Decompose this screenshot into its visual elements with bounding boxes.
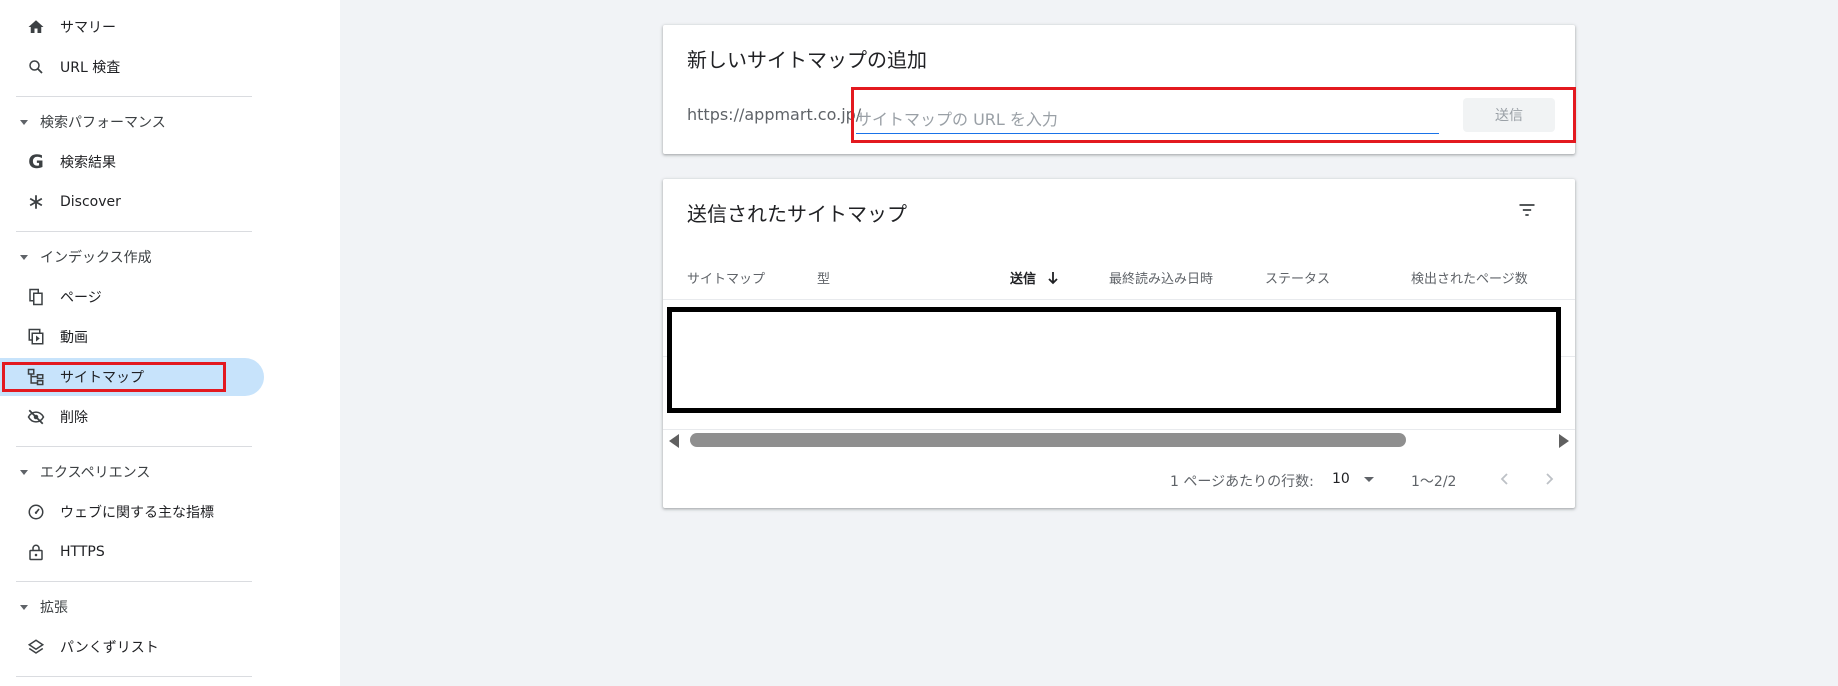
sidebar-item-label: ページ — [60, 290, 102, 306]
divider — [16, 96, 252, 97]
highlight-box-url-input — [851, 87, 1576, 143]
sidebar-item-label: サマリー — [60, 20, 116, 36]
section-label: 検索パフォーマンス — [40, 115, 166, 131]
sidebar-item-label: 削除 — [60, 410, 88, 426]
pages-icon — [26, 287, 46, 307]
pagination-range: 1〜2/2 — [1411, 474, 1457, 490]
divider — [16, 231, 252, 232]
highlight-box-sitemaps — [2, 362, 226, 392]
search-icon — [26, 57, 46, 77]
column-header-status[interactable]: ステータス — [1265, 268, 1330, 287]
add-sitemap-card: 新しいサイトマップの追加 https://appmart.co.jp/ 送信 — [663, 25, 1576, 154]
divider — [16, 446, 252, 447]
sidebar-item-label: URL 検査 — [60, 60, 121, 76]
row-divider — [663, 299, 1575, 300]
sidebar-nav: サマリー URL 検査 検索パフォーマンス G 検索結果 Discover イン… — [0, 0, 340, 686]
sidebar-item-label: ウェブに関する主な指標 — [60, 505, 214, 521]
column-header-discovered-pages[interactable]: 検出されたページ数 — [1411, 268, 1528, 287]
sidebar-item-core-web-vitals[interactable]: ウェブに関する主な指標 — [0, 493, 264, 531]
column-header-type[interactable]: 型 — [817, 268, 830, 287]
card-title: 新しいサイトマップの追加 — [687, 48, 927, 72]
section-label: 拡張 — [40, 600, 68, 616]
column-header-label: 送信 — [1010, 272, 1037, 287]
section-indexing[interactable]: インデックス作成 — [0, 243, 264, 271]
column-header-submitted[interactable]: 送信 — [1010, 268, 1059, 289]
layers-icon — [26, 637, 46, 657]
previous-page-icon[interactable] — [1493, 467, 1517, 491]
sidebar-item-videos[interactable]: 動画 — [0, 318, 264, 356]
sidebar-item-label: Discover — [60, 194, 121, 210]
sidebar-item-url-inspection[interactable]: URL 検査 — [0, 48, 264, 86]
scroll-right-arrow-icon[interactable] — [1559, 434, 1569, 448]
column-header-last-read[interactable]: 最終読み込み日時 — [1109, 268, 1213, 287]
horizontal-scrollbar[interactable] — [690, 433, 1406, 447]
divider — [16, 676, 252, 677]
filter-icon[interactable] — [1515, 198, 1539, 222]
scroll-left-arrow-icon[interactable] — [669, 434, 679, 448]
sidebar-item-search-results[interactable]: G 検索結果 — [0, 143, 264, 181]
google-g-icon: G — [28, 151, 44, 173]
sidebar-item-discover[interactable]: Discover — [0, 183, 264, 221]
rows-per-page-select[interactable]: 10 — [1330, 467, 1380, 491]
sidebar-item-label: 動画 — [60, 330, 88, 346]
sidebar-item-label: 検索結果 — [60, 155, 116, 171]
section-search-performance[interactable]: 検索パフォーマンス — [0, 108, 264, 136]
sidebar-item-breadcrumbs[interactable]: パンくずリスト — [0, 628, 264, 666]
sidebar-item-label: パンくずリスト — [60, 640, 159, 656]
gauge-icon — [26, 502, 46, 522]
sidebar-item-pages[interactable]: ページ — [0, 278, 264, 316]
sidebar-item-label: HTTPS — [60, 544, 105, 560]
rows-per-page-label: 1 ページあたりの行数: — [1170, 474, 1314, 490]
sidebar-item-removals[interactable]: 削除 — [0, 398, 264, 436]
section-label: インデックス作成 — [40, 250, 152, 266]
arrow-down-icon — [1047, 271, 1059, 289]
card-title: 送信されたサイトマップ — [687, 202, 907, 226]
sidebar-item-summary[interactable]: サマリー — [0, 8, 264, 46]
submitted-sitemaps-card: 送信されたサイトマップ サイトマップ 型 送信 最終読み込み日時 ステータス 検… — [663, 179, 1575, 508]
next-page-icon[interactable] — [1537, 467, 1561, 491]
sidebar-item-https[interactable]: HTTPS — [0, 533, 264, 571]
asterisk-icon — [26, 192, 46, 212]
row-divider — [663, 429, 1575, 430]
url-prefix: https://appmart.co.jp/ — [687, 105, 862, 124]
caret-down-icon — [20, 604, 28, 610]
lock-icon — [26, 542, 46, 562]
section-experience[interactable]: エクスペリエンス — [0, 458, 264, 486]
rows-per-page-value: 10 — [1332, 471, 1350, 487]
section-label: エクスペリエンス — [40, 465, 151, 481]
dropdown-arrow-icon — [1364, 477, 1374, 482]
caret-down-icon — [20, 119, 28, 125]
home-icon — [26, 17, 46, 37]
eye-off-icon — [26, 407, 46, 427]
column-header-sitemap[interactable]: サイトマップ — [687, 268, 765, 287]
caret-down-icon — [20, 469, 28, 475]
section-enhancements[interactable]: 拡張 — [0, 593, 264, 621]
caret-down-icon — [20, 254, 28, 260]
divider — [16, 581, 252, 582]
video-icon — [26, 327, 46, 347]
redacted-rows-box — [667, 307, 1561, 413]
